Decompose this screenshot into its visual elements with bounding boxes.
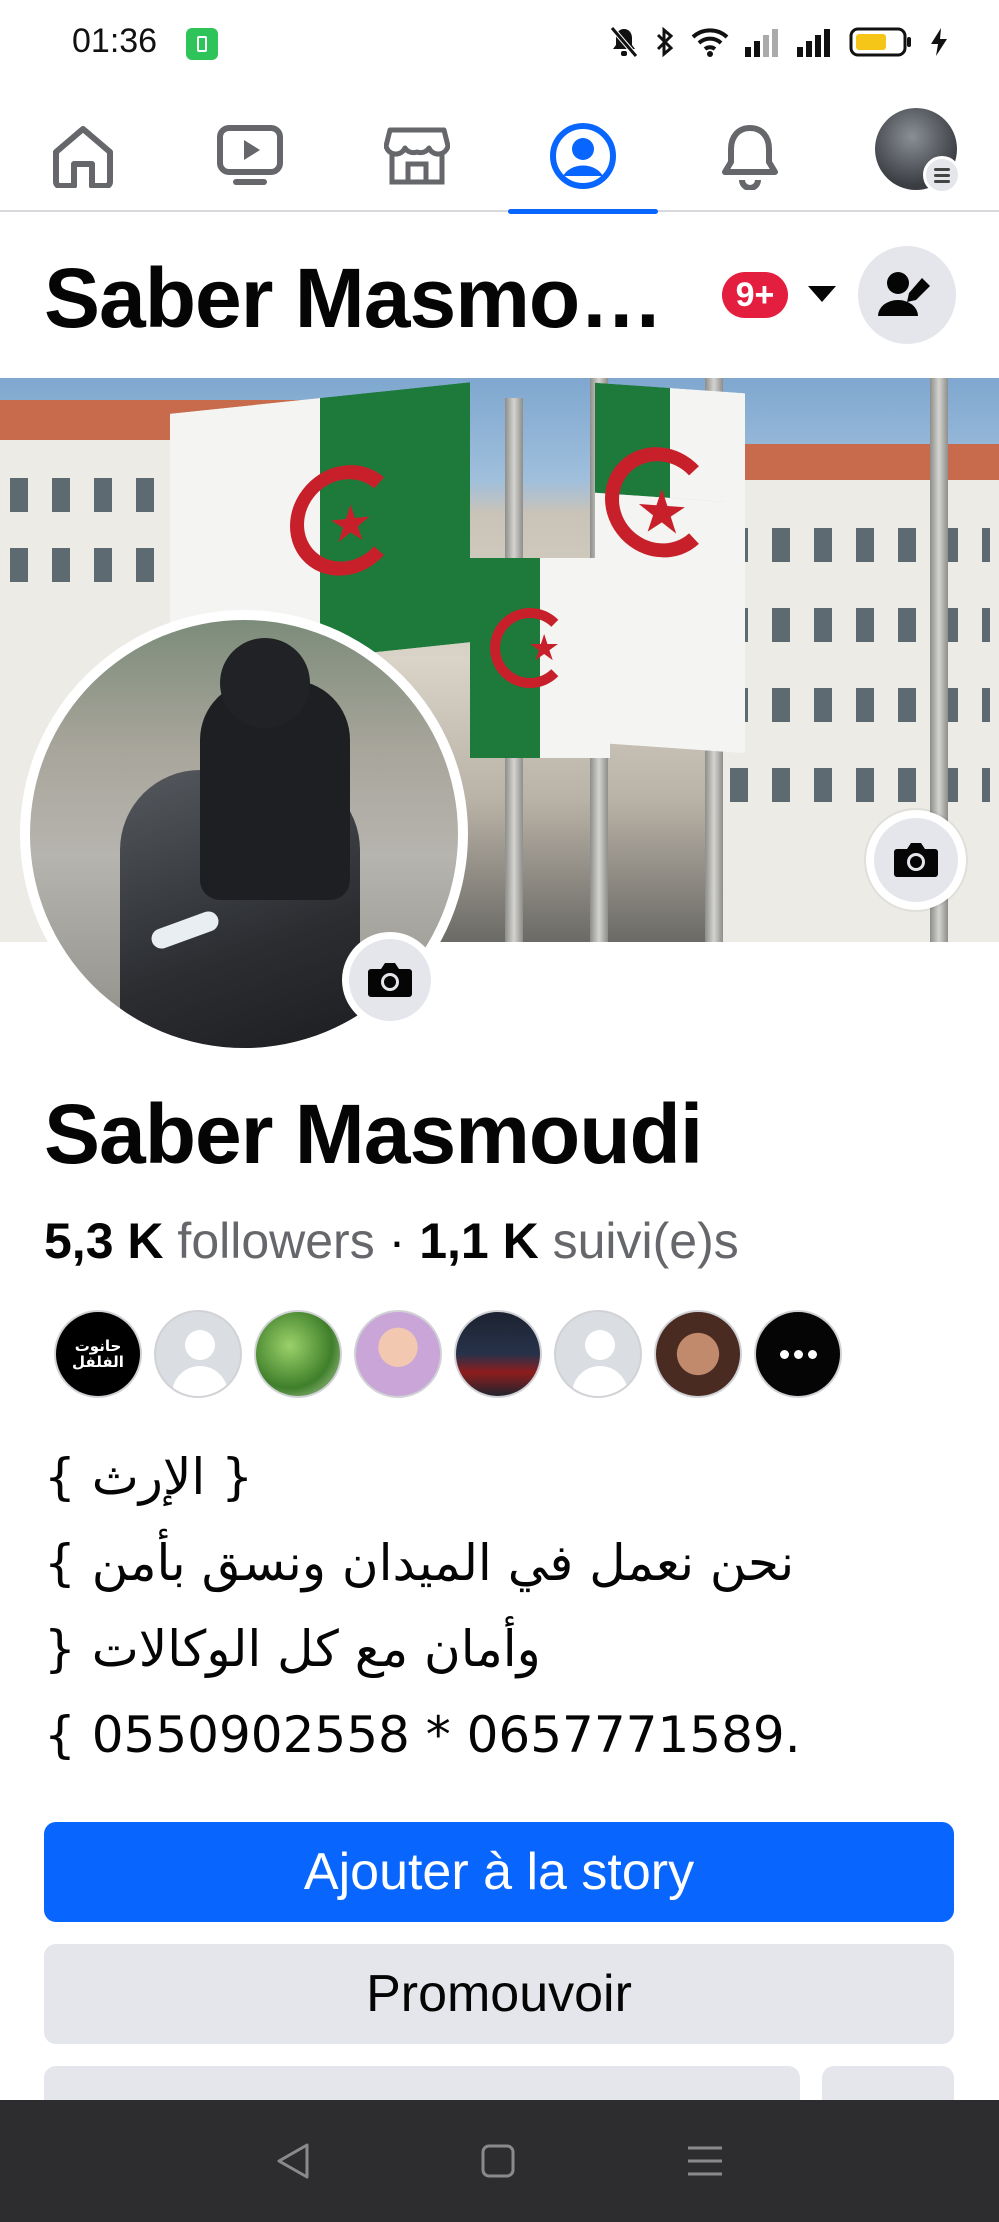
menu-icon [923, 156, 961, 194]
menu-lines-icon [688, 2146, 723, 2176]
camera-icon [368, 963, 412, 997]
add-to-story-button[interactable]: Ajouter à la story [44, 1822, 954, 1922]
follower-logo-text: حانوت الفلفل [72, 1337, 124, 1371]
home-icon [53, 126, 113, 188]
system-back-button[interactable] [275, 2141, 311, 2181]
follower-avatar[interactable] [354, 1310, 442, 1398]
nav-video[interactable] [175, 100, 325, 212]
nav-notifications[interactable] [675, 100, 825, 212]
bio-line: { 0550902558 * 0657771589. [44, 1706, 801, 1764]
following-label[interactable]: suivi(e)s [553, 1213, 739, 1269]
signal-icon [797, 29, 830, 57]
edit-profile-button[interactable] [858, 246, 956, 344]
top-navigation [0, 100, 999, 214]
status-bar: 01:36 [0, 0, 999, 90]
mute-icon [610, 26, 638, 58]
notifications-icon [722, 125, 778, 190]
back-icon [277, 2143, 309, 2179]
system-navigation-bar [0, 2100, 999, 2222]
cover-camera-button[interactable] [866, 810, 966, 910]
header-title: Saber Masmo… [44, 251, 663, 345]
menu-avatar[interactable] [875, 108, 961, 194]
charging-icon [931, 28, 947, 56]
followers-count[interactable]: 5,3 K [44, 1213, 164, 1269]
follower-avatar[interactable] [554, 1310, 642, 1398]
nav-profile[interactable] [508, 100, 658, 214]
bio-line: وأمان مع كل الوكالات { [44, 1620, 541, 1678]
promote-button[interactable]: Promouvoir [44, 1944, 954, 2044]
wifi-icon [691, 28, 729, 57]
follower-avatar[interactable]: حانوت الفلفل [54, 1310, 142, 1398]
home-square-icon [481, 2144, 515, 2178]
profile-bio: { الإرث } نحن نعمل في الميدان ونسق بأمن … [44, 1434, 944, 1778]
profile-stats: 5,3 K followers · 1,1 K suivi(e)s [44, 1212, 739, 1270]
more-followers-button[interactable] [754, 1310, 842, 1398]
nav-marketplace[interactable] [342, 100, 492, 212]
system-recents-button[interactable] [686, 2144, 724, 2178]
marketplace-icon [384, 127, 450, 185]
follower-avatar[interactable] [454, 1310, 542, 1398]
profile-icon [550, 123, 616, 189]
video-icon [217, 125, 283, 185]
profile-picture-camera-button[interactable] [342, 932, 438, 1028]
followers-label[interactable]: followers [177, 1213, 374, 1269]
profile-header: Saber Masmo… 9+ [0, 240, 999, 350]
status-time: 01:36 [72, 22, 158, 60]
stats-separator: · [388, 1213, 406, 1269]
nav-home[interactable] [8, 100, 158, 212]
followers-avatars: حانوت الفلفل [54, 1310, 842, 1398]
chevron-down-icon[interactable] [808, 286, 836, 302]
follower-avatar[interactable] [654, 1310, 742, 1398]
user-edit-icon [878, 272, 930, 316]
status-icons [609, 26, 949, 58]
bio-line: { الإرث } [44, 1448, 254, 1506]
notification-badge[interactable]: 9+ [722, 272, 788, 318]
system-home-button[interactable] [480, 2143, 516, 2179]
battery-icon [849, 27, 911, 57]
follower-avatar[interactable] [154, 1310, 242, 1398]
follower-avatar[interactable] [254, 1310, 342, 1398]
bio-line: نحن نعمل في الميدان ونسق بأمن } [44, 1534, 795, 1592]
bluetooth-icon [656, 26, 674, 58]
battery-saver-icon [186, 28, 218, 60]
camera-icon [894, 843, 938, 877]
following-count[interactable]: 1,1 K [419, 1213, 539, 1269]
signal-icon [745, 29, 778, 57]
profile-name: Saber Masmoudi [44, 1087, 703, 1181]
